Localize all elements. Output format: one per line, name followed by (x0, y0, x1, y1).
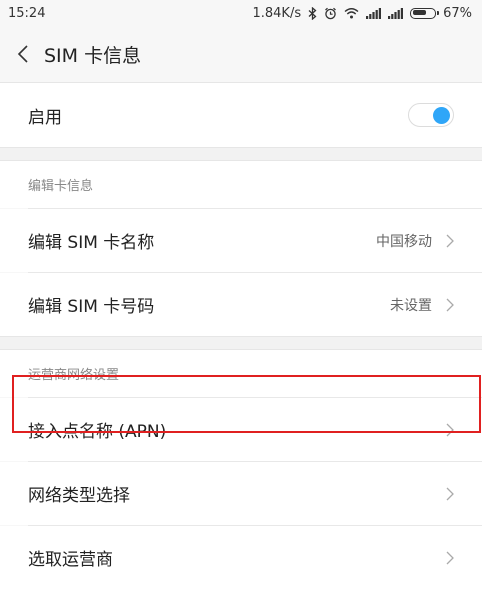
edit-sim-name-row[interactable]: 编辑 SIM 卡名称 中国移动 (0, 209, 482, 272)
section-gap (0, 336, 482, 350)
edit-sim-number-row[interactable]: 编辑 SIM 卡号码 未设置 (0, 273, 482, 336)
network-type-row[interactable]: 网络类型选择 (0, 462, 482, 525)
enable-label: 启用 (28, 107, 62, 128)
select-carrier-row[interactable]: 选取运营商 (0, 526, 482, 589)
chevron-right-icon (446, 423, 454, 437)
battery-icon (410, 7, 440, 19)
row-label: 网络类型选择 (28, 486, 130, 506)
toggle-knob (433, 106, 450, 124)
status-bar: 15:24 1.84K/s 67% (0, 0, 482, 26)
enable-row[interactable]: 启用 (0, 83, 482, 147)
signal-icon (388, 7, 404, 19)
apn-row[interactable]: 接入点名称 (APN) (0, 398, 482, 461)
wifi-icon (344, 7, 359, 19)
battery-level (412, 10, 426, 15)
alarm-icon (324, 7, 337, 20)
row-label: 接入点名称 (APN) (28, 422, 167, 442)
chevron-right-icon (446, 298, 454, 312)
signal-icon (366, 7, 382, 19)
chevron-right-icon (446, 234, 454, 248)
back-button[interactable] (12, 40, 34, 68)
enable-toggle[interactable] (408, 103, 454, 127)
battery-percent: 67% (443, 5, 472, 21)
sim-name-value: 中国移动 (376, 233, 432, 250)
net-speed: 1.84K/s (252, 5, 302, 21)
sim-number-value: 未设置 (390, 297, 432, 314)
back-arrow-icon (17, 45, 28, 63)
section-header-sim-info: 编辑卡信息 (0, 161, 482, 208)
section-gap (0, 147, 482, 161)
chevron-right-icon (446, 551, 454, 565)
row-label: 选取运营商 (28, 550, 113, 570)
chevron-right-icon (446, 487, 454, 501)
row-label: 编辑 SIM 卡号码 (28, 297, 155, 317)
page-title: SIM 卡信息 (44, 44, 142, 67)
row-label: 编辑 SIM 卡名称 (28, 233, 155, 253)
status-icons: 1.84K/s 67% (252, 6, 472, 21)
bluetooth-icon (308, 6, 317, 20)
status-time: 15:24 (8, 5, 46, 21)
app-header: SIM 卡信息 (0, 26, 482, 83)
section-header-carrier: 运营商网络设置 (0, 350, 482, 397)
